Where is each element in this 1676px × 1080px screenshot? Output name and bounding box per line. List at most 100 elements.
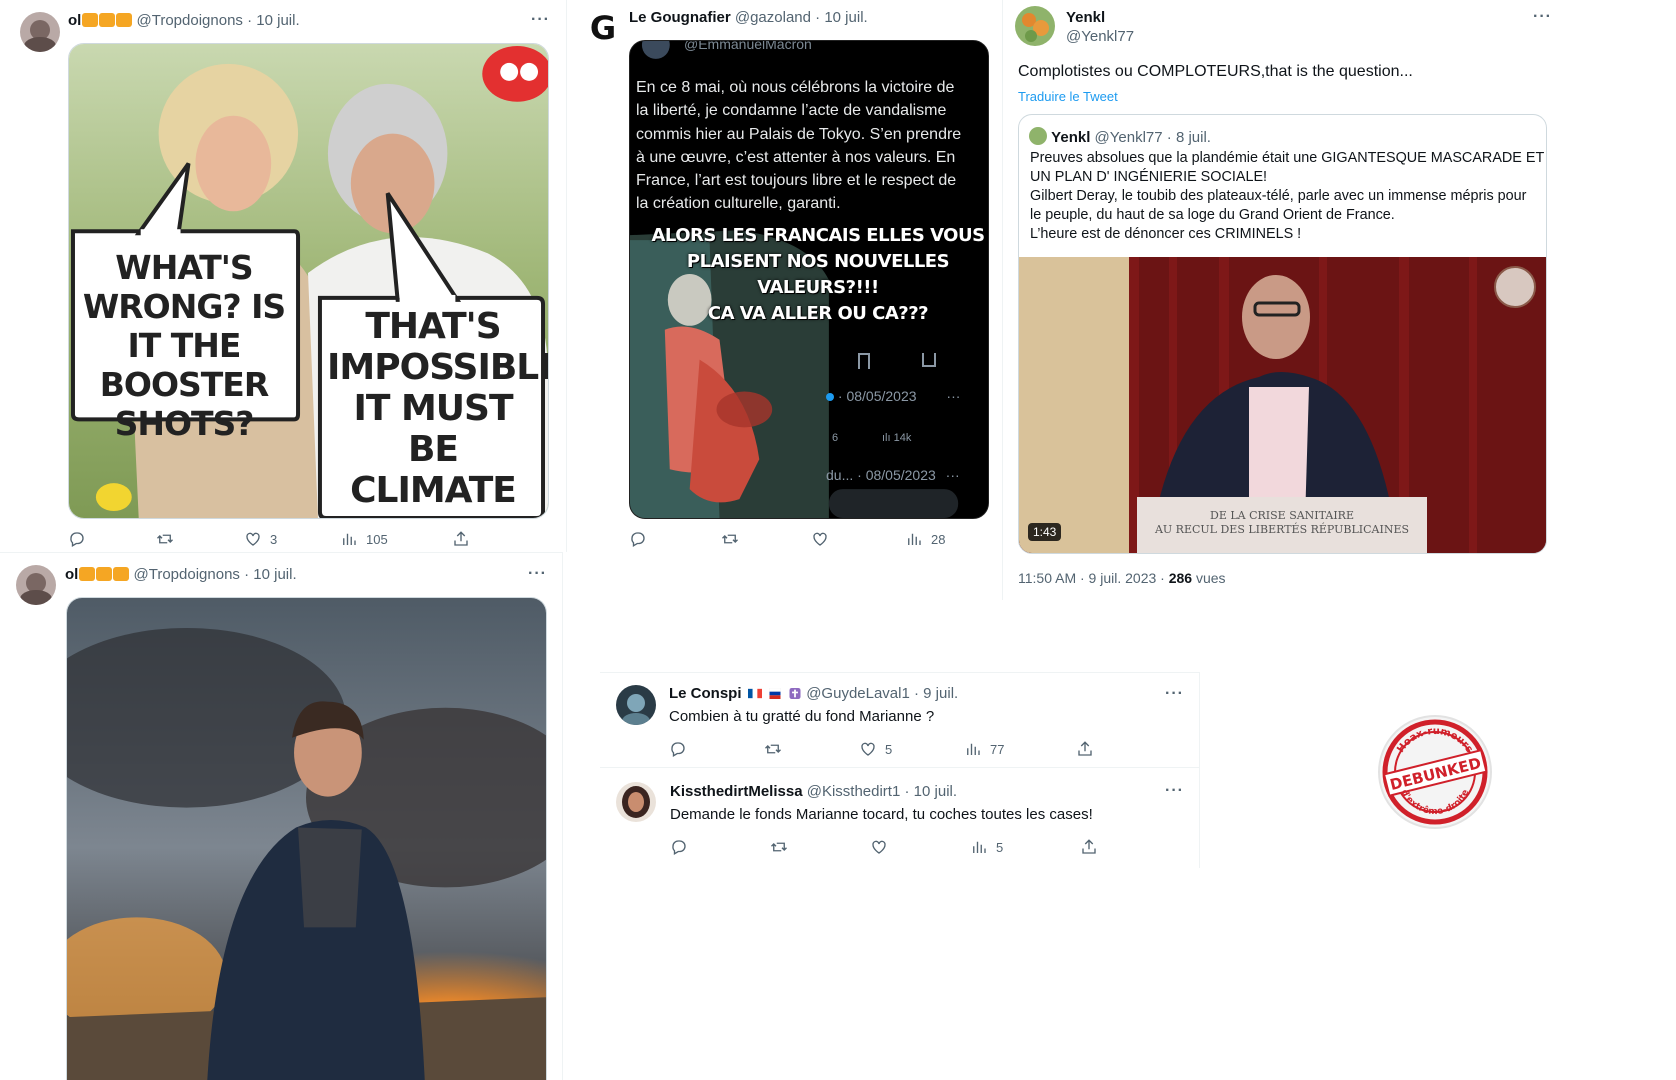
retweet-button[interactable] xyxy=(770,838,788,856)
like-count: 5 xyxy=(885,741,893,757)
retweet-icon xyxy=(157,534,173,544)
tweet-image[interactable]: WHAT'S WRONG? IS IT THE BOOSTER SHOTS? T… xyxy=(68,43,549,519)
display-name[interactable]: ol xyxy=(65,566,78,583)
share-button[interactable] xyxy=(1080,838,1098,856)
reply-button[interactable] xyxy=(670,838,688,856)
more-options-icon[interactable]: ··· xyxy=(1165,685,1184,703)
view-count: 28 xyxy=(931,531,946,547)
tweet-date[interactable]: 10 juil. xyxy=(256,12,299,29)
banner-text: DE LA CRISE SANITAIRE AU RECUL DES LIBER… xyxy=(1154,509,1410,536)
cheese-emoji-icon xyxy=(113,567,130,581)
inner-count-2: ılı 14k xyxy=(882,432,912,444)
retweet-button[interactable] xyxy=(156,530,174,548)
display-name[interactable]: KissthedirtMelissa xyxy=(670,783,803,800)
stamp-graphic: Hoax-rumeurs DEBUNKED d'extrême-droite xyxy=(1378,715,1492,829)
handle[interactable]: @gazoland xyxy=(735,9,811,26)
view-count: 286 xyxy=(1168,570,1193,586)
quoted-video[interactable]: DE LA CRISE SANITAIRE AU RECUL DES LIBER… xyxy=(1019,257,1546,553)
reply-button[interactable] xyxy=(68,530,86,548)
retweet-button[interactable] xyxy=(721,530,739,548)
reply-button[interactable] xyxy=(669,740,687,758)
bubble-left-text: WHAT'S WRONG? IS IT THE BOOSTER SHOTS? xyxy=(82,248,286,443)
display-name[interactable]: ol xyxy=(68,12,81,29)
heart-icon xyxy=(861,742,875,756)
cheese-emoji-icon xyxy=(82,13,99,27)
reply-button[interactable] xyxy=(629,530,647,548)
views-button[interactable]: 77 xyxy=(964,740,1004,758)
share-button[interactable] xyxy=(452,530,470,548)
inner-date-1: · 08/05/2023 ··· xyxy=(826,388,960,404)
tweet-actions: 28 xyxy=(629,530,989,552)
more-options-icon[interactable]: ··· xyxy=(1165,782,1184,800)
avatar[interactable] xyxy=(616,782,656,822)
tweet-card-1[interactable]: ol @Tropdoignons · 10 juil. ··· WHAT'S W… xyxy=(4,0,567,552)
tweet-header: KissthedirtMelissa @Kissthedirt1 · 10 ju… xyxy=(670,783,958,800)
tweet-date[interactable]: 10 juil. xyxy=(914,783,957,800)
quoted-tweet[interactable]: Yenkl @Yenkl77 · 8 juil. Preuves absolue… xyxy=(1018,114,1547,554)
retweet-icon xyxy=(722,534,738,544)
like-button[interactable] xyxy=(811,530,829,548)
like-button[interactable] xyxy=(870,838,888,856)
like-button[interactable]: 5 xyxy=(859,740,892,758)
handle[interactable]: @Tropdoignons xyxy=(134,566,240,583)
translate-link[interactable]: Traduire le Tweet xyxy=(1018,89,1118,104)
cheese-emoji-icon xyxy=(99,13,116,27)
cheese-emoji-icon xyxy=(79,567,96,581)
tweet-text: Complotistes ou COMPLOTEURS,that is the … xyxy=(1018,63,1413,80)
tweet-card-4[interactable]: ol @Tropdoignons · 10 juil. ··· xyxy=(0,552,563,1080)
handle[interactable]: @Yenkl77 xyxy=(1066,27,1134,46)
views-button[interactable]: 5 xyxy=(970,838,1003,856)
heart-icon xyxy=(246,532,260,546)
tweet-date[interactable]: 10 juil. xyxy=(824,9,867,26)
display-name[interactable]: Le Gougnafier xyxy=(629,9,731,26)
share-icon xyxy=(922,353,936,367)
painting-image xyxy=(67,598,546,1080)
reply-icon xyxy=(672,840,686,855)
views-icon xyxy=(908,533,921,545)
like-count: 3 xyxy=(270,531,278,547)
like-button[interactable]: 3 xyxy=(244,530,277,548)
more-options-icon[interactable]: ··· xyxy=(1533,8,1552,26)
share-button[interactable] xyxy=(1076,740,1094,758)
tweet-timestamp: 11:50 AM · 9 juil. 2023 · 286 vues xyxy=(1018,570,1226,586)
avatar[interactable] xyxy=(16,565,56,605)
views-button[interactable]: 105 xyxy=(340,530,388,548)
tweet-card-3[interactable]: Yenkl @Yenkl77 ··· Complotistes ou COMPL… xyxy=(1003,0,1676,600)
display-name[interactable]: Le Conspi xyxy=(669,685,742,702)
retweet-button[interactable] xyxy=(764,740,782,758)
more-options-icon[interactable]: ··· xyxy=(531,11,550,29)
views-button[interactable]: 28 xyxy=(905,530,945,548)
bubble-right-text: THAT'S IMPOSSIBLE, IT MUST BE CLIMATE CH… xyxy=(327,306,548,518)
tweet-image[interactable]: @EmmanuelMacron En ce 8 mai, où nous cél… xyxy=(629,40,989,519)
heart-icon xyxy=(813,532,827,546)
reply-text: Demande le fonds Marianne tocard, tu coc… xyxy=(670,806,1093,823)
view-count: 5 xyxy=(996,839,1004,855)
france-flag-icon xyxy=(747,688,762,699)
avatar[interactable]: G xyxy=(583,8,623,48)
cheese-emoji-icon xyxy=(116,13,133,27)
tweet-header: Le Gougnafier @gazoland · 10 juil. xyxy=(629,9,868,26)
retweet-icon xyxy=(771,842,787,852)
debunked-stamp: Hoax-rumeurs DEBUNKED d'extrême-droite xyxy=(1375,712,1495,832)
tweet-date[interactable]: 10 juil. xyxy=(253,566,296,583)
handle[interactable]: @GuydeLaval1 xyxy=(806,685,910,702)
avatar[interactable] xyxy=(616,685,656,725)
tweet-image[interactable] xyxy=(66,597,547,1080)
avatar[interactable] xyxy=(20,12,60,52)
avatar[interactable] xyxy=(1015,6,1055,46)
tweet-header: Le Conspi @GuydeLaval1 · 9 juil. xyxy=(669,685,959,702)
reply-icon xyxy=(671,742,685,757)
handle[interactable]: @Kissthedirt1 xyxy=(807,783,901,800)
tweet-date[interactable]: 9 juil. xyxy=(923,685,958,702)
handle[interactable]: @Tropdoignons xyxy=(137,12,243,29)
display-name[interactable]: Yenkl xyxy=(1066,8,1134,27)
retweet-icon xyxy=(765,744,781,754)
quoted-display-name: Yenkl xyxy=(1051,129,1091,146)
reply-card-1[interactable]: Le Conspi @GuydeLaval1 · 9 juil. ··· Com… xyxy=(600,672,1200,768)
reply-card-2[interactable]: KissthedirtMelissa @Kissthedirt1 · 10 ju… xyxy=(600,768,1200,868)
reply-icon xyxy=(631,532,645,547)
tweet-card-2[interactable]: G Le Gougnafier @gazoland · 10 juil. @Em… xyxy=(567,0,1003,600)
more-options-icon[interactable]: ··· xyxy=(528,565,547,583)
views-icon xyxy=(973,841,986,853)
view-count: 105 xyxy=(366,531,388,547)
